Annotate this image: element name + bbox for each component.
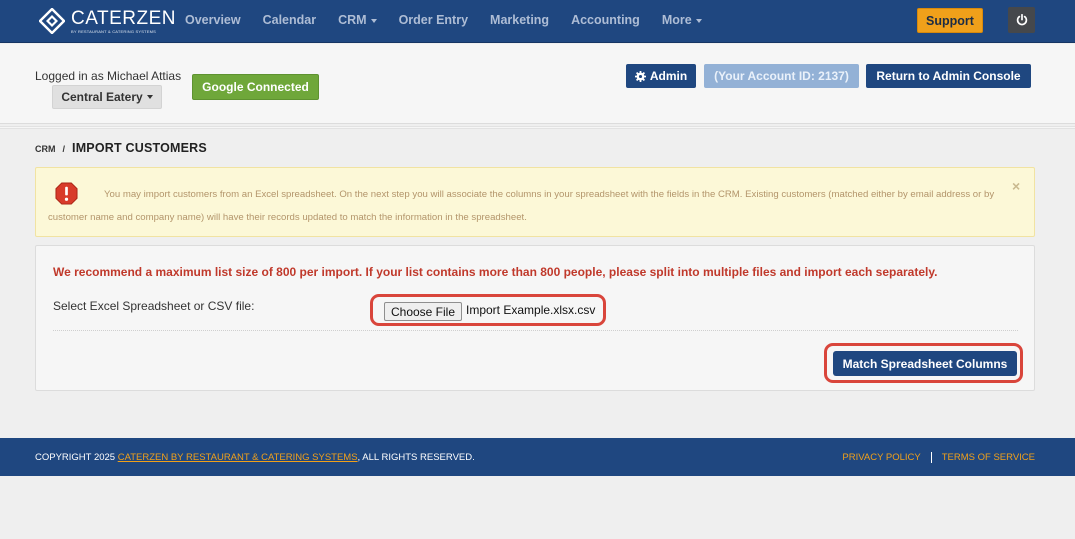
store-selector-label: Central Eatery: [61, 90, 143, 104]
brand-name: CATERZEN: [71, 7, 176, 29]
caterzen-logo-icon: [39, 8, 65, 34]
copyright-text: COPYRIGHT 2025 CATERZEN BY RESTAURANT & …: [35, 452, 475, 463]
copyright-suffix: , ALL RIGHTS RESERVED.: [357, 452, 475, 463]
nav-item-more[interactable]: More: [651, 13, 713, 27]
caterzen-company-link[interactable]: CATERZEN BY RESTAURANT & CATERING SYSTEM…: [118, 452, 358, 463]
choose-file-button[interactable]: Choose File: [384, 302, 462, 321]
admin-button-label: Admin: [649, 69, 688, 83]
nav-item-accounting[interactable]: Accounting: [560, 13, 651, 27]
caterzen-logo[interactable]: CATERZEN BY RESTAURANT & CATERING SYSTEM…: [39, 7, 176, 35]
power-icon: [1016, 14, 1027, 26]
account-id-badge: (Your Account ID: 2137): [704, 64, 859, 88]
privacy-policy-link[interactable]: PRIVACY POLICY: [842, 452, 920, 463]
google-connected-button[interactable]: Google Connected: [192, 74, 319, 100]
page-title: IMPORT CUSTOMERS: [72, 141, 207, 155]
match-spreadsheet-columns-button[interactable]: Match Spreadsheet Columns: [833, 351, 1017, 376]
power-button[interactable]: [1008, 7, 1035, 33]
form-divider: [53, 330, 1018, 331]
selected-file-name: Import Example.xlsx.csv: [466, 303, 596, 317]
nav-item-marketing[interactable]: Marketing: [479, 13, 560, 27]
import-info-alert: You may import customers from an Excel s…: [35, 167, 1035, 237]
nav-item-label: CRM: [338, 13, 367, 27]
list-size-warning: We recommend a maximum list size of 800 …: [53, 265, 938, 279]
account-bar-divider: [0, 126, 1075, 129]
nav-item-label: Overview: [185, 13, 241, 27]
nav-item-label: Calendar: [262, 13, 317, 27]
nav-item-label: More: [661, 13, 692, 27]
terms-of-service-link[interactable]: TERMS OF SERVICE: [942, 452, 1035, 463]
footer: COPYRIGHT 2025 CATERZEN BY RESTAURANT & …: [0, 438, 1075, 476]
main-nav: Overview Calendar CRM Order Entry Market…: [174, 0, 713, 40]
breadcrumb: CRM / IMPORT CUSTOMERS: [35, 141, 207, 155]
import-form-panel: We recommend a maximum list size of 800 …: [35, 245, 1035, 391]
caret-down-icon: [370, 18, 377, 23]
breadcrumb-separator: /: [62, 144, 66, 154]
return-to-admin-console-button[interactable]: Return to Admin Console: [866, 64, 1031, 88]
store-selector-button[interactable]: Central Eatery: [52, 85, 162, 109]
footer-link-separator: [930, 452, 932, 463]
brand-tagline: BY RESTAURANT & CATERING SYSTEMS: [71, 28, 157, 34]
nav-item-order-entry[interactable]: Order Entry: [388, 13, 479, 27]
breadcrumb-crm-link[interactable]: CRM: [35, 144, 56, 154]
nav-item-overview[interactable]: Overview: [174, 13, 252, 27]
nav-item-crm[interactable]: CRM: [327, 13, 387, 27]
top-navbar: CATERZEN BY RESTAURANT & CATERING SYSTEM…: [0, 0, 1075, 43]
support-button[interactable]: Support: [917, 8, 983, 33]
caret-down-icon: [146, 95, 153, 99]
logged-in-text: Logged in as Michael Attias: [35, 69, 182, 83]
file-input-highlight: Choose File Import Example.xlsx.csv: [370, 294, 606, 326]
file-input-label: Select Excel Spreadsheet or CSV file:: [53, 299, 255, 313]
logo-text: CATERZEN BY RESTAURANT & CATERING SYSTEM…: [71, 9, 176, 34]
alert-message: You may import customers from an Excel s…: [48, 189, 995, 223]
match-button-highlight: Match Spreadsheet Columns: [824, 343, 1023, 383]
nav-item-label: Marketing: [490, 13, 550, 27]
gear-icon: [634, 70, 646, 82]
nav-item-calendar[interactable]: Calendar: [252, 13, 328, 27]
footer-links: PRIVACY POLICY TERMS OF SERVICE: [842, 452, 1035, 463]
nav-item-label: Order Entry: [398, 13, 469, 27]
caret-down-icon: [695, 18, 702, 23]
admin-button[interactable]: Admin: [626, 64, 696, 88]
nav-item-label: Accounting: [571, 13, 640, 27]
close-icon[interactable]: ×: [1012, 178, 1020, 194]
copyright-prefix: COPYRIGHT 2025: [35, 452, 118, 463]
